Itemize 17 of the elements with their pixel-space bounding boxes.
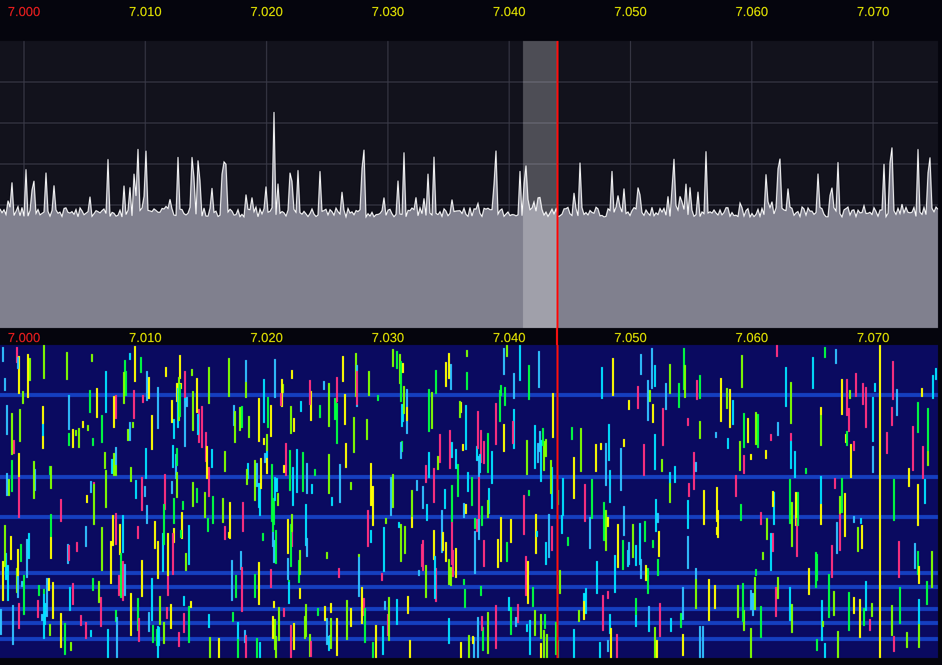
frequency-label: 7.060 [736,330,768,345]
frequency-label: 7.040 [492,4,526,19]
frequency-label: 7.020 [250,4,283,19]
frequency-label: 7.050 [614,330,647,345]
frequency-label: 7.030 [372,4,404,19]
frequency-label: 7.050 [614,4,647,19]
frequency-label: 7.070 [856,4,890,19]
frequency-label: 7.040 [492,330,526,345]
frequency-label: 7.000 [8,4,40,19]
frequency-label: 7.020 [250,330,283,345]
frequency-label: 7.070 [856,330,890,345]
spectrum-plot[interactable] [0,41,938,328]
frequency-label: 7.010 [129,330,162,345]
frequency-label: 7.060 [736,4,768,19]
frequency-label: 7.030 [372,330,404,345]
frequency-label: 7.000 [8,330,40,345]
frequency-label: 7.010 [129,4,162,19]
